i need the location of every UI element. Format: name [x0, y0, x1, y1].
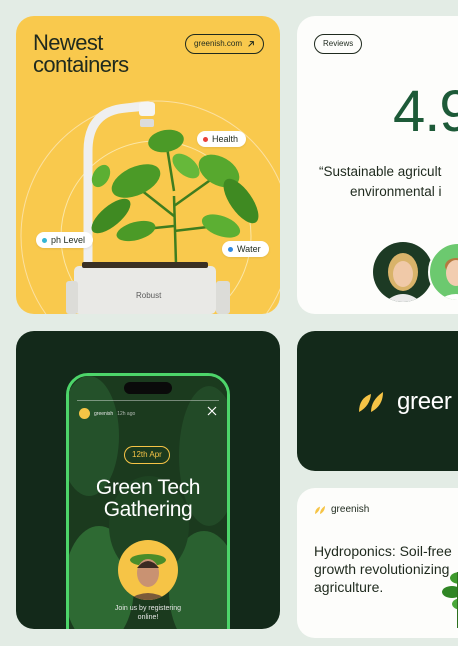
date-badge: 12th Apr — [124, 446, 170, 464]
speaker-avatar — [118, 540, 178, 600]
water-pill[interactable]: Water — [222, 241, 269, 257]
pill-label: ph Level — [51, 235, 86, 245]
story-time: 12h ago — [117, 410, 136, 417]
phone-mockup: greenish 12h ago 12th Apr Green Tech Gat… — [66, 373, 230, 629]
woman-portrait-icon — [385, 253, 421, 302]
status-dot — [203, 136, 208, 142]
plant-image — [442, 572, 458, 628]
reviewer-avatar — [373, 242, 433, 302]
reviewer-avatar — [428, 242, 458, 302]
man-portrait-icon — [438, 258, 458, 300]
article-card[interactable]: greenish Hydroponics: Soil-free growth r… — [297, 488, 458, 638]
story-progress-bar — [77, 400, 219, 401]
review-quote: “Sustainable agricult environmental i — [319, 162, 458, 202]
status-dot — [228, 246, 233, 252]
story-brand: greenish — [94, 410, 114, 417]
greenish-leaf-logo-icon — [315, 505, 325, 514]
brand-label: greenish — [331, 504, 370, 515]
brand-name: greer — [397, 388, 452, 415]
article-title: Hydroponics: Soil-free growth revolution… — [314, 543, 452, 595]
footer-line: online! — [137, 614, 159, 621]
close-icon[interactable] — [207, 406, 217, 416]
title-line: Gathering — [103, 498, 193, 521]
footer-line: Join us by registering — [114, 605, 182, 612]
brand-card[interactable]: greer — [297, 331, 458, 471]
title-line: Green Tech — [95, 476, 201, 499]
greenish-leaf-logo-icon — [79, 408, 90, 419]
reviews-tag: Reviews — [314, 34, 363, 54]
health-pill[interactable]: Health — [197, 131, 247, 147]
quote-line: “Sustainable agricult — [319, 164, 442, 179]
brand-lockup: greer — [357, 388, 452, 416]
woman-portrait-icon — [128, 554, 168, 600]
pill-label: Water — [237, 244, 261, 254]
ph-level-pill[interactable]: ph Level — [36, 232, 94, 248]
status-dot — [42, 237, 47, 243]
planter-label: Robust — [136, 291, 162, 300]
story-header: greenish 12h ago — [79, 406, 217, 419]
phone-notch — [124, 382, 172, 394]
plant-container-image — [66, 101, 259, 314]
reviews-card[interactable]: Reviews 4.9 “Sustainable agricult enviro… — [297, 16, 458, 314]
event-card[interactable]: greenish 12h ago 12th Apr Green Tech Gat… — [16, 331, 280, 629]
newest-containers-card[interactable]: Newest containers greenish.com Robust He… — [16, 16, 280, 314]
article-brand: greenish — [314, 504, 369, 515]
event-title: Green Tech Gathering — [69, 477, 227, 521]
pill-label: Health — [212, 134, 239, 144]
registration-text: Join us by registering online! — [69, 604, 227, 622]
quote-line: environmental i — [350, 184, 442, 199]
greenish-leaf-logo-icon — [359, 392, 383, 412]
rating-score: 4.9 — [393, 79, 458, 144]
